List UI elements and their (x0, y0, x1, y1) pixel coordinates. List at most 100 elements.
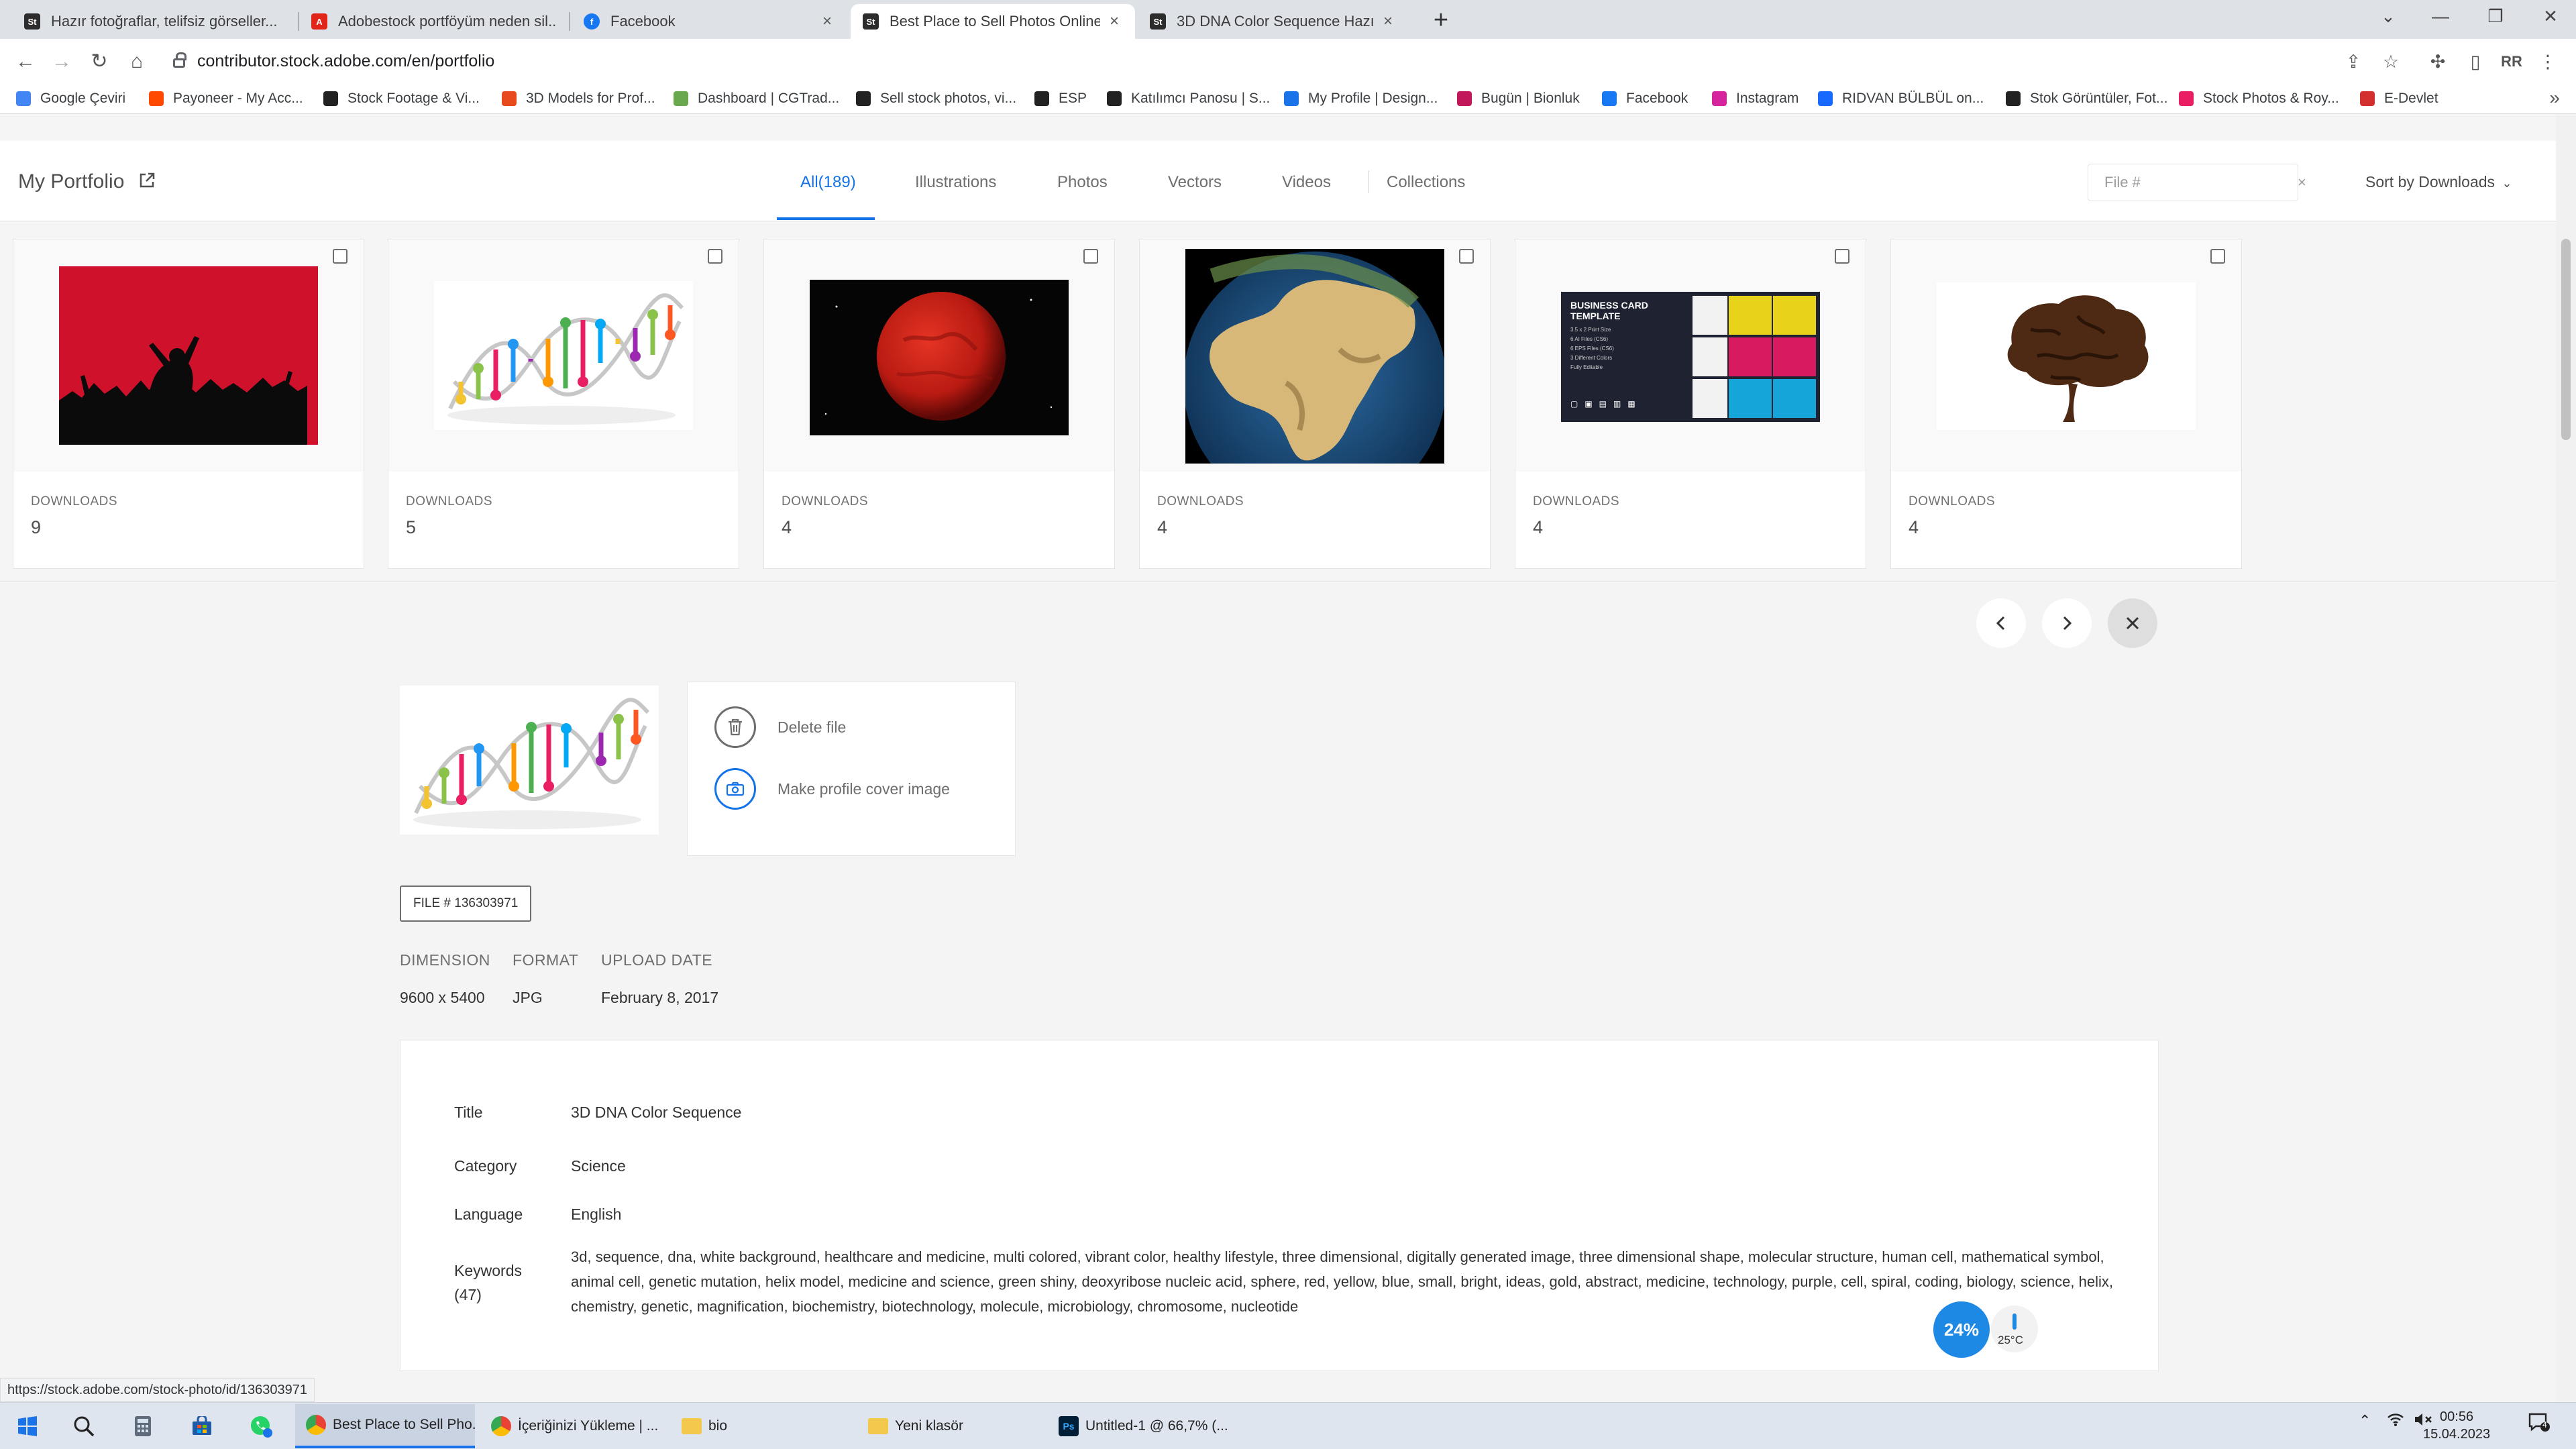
browser-tab-active[interactable]: St Best Place to Sell Photos Online... × (851, 4, 1135, 39)
tab-videos[interactable]: Videos (1282, 173, 1331, 192)
tab-collections[interactable]: Collections (1387, 173, 1465, 192)
bookmark-item[interactable]: Bugün | Bionluk (1457, 89, 1580, 109)
taskbar-app-folder[interactable]: Yeni klasör (857, 1404, 1044, 1448)
bookmark-label: 3D Models for Prof... (526, 91, 655, 106)
extensions-icon[interactable]: ✣ (2424, 48, 2451, 75)
close-icon[interactable]: × (818, 12, 836, 31)
browser-toolbar: ← → ↻ ⌂ contributor.stock.adobe.com/en/p… (0, 39, 2576, 83)
red-planet-thumbnail[interactable] (810, 280, 1069, 435)
reload-icon[interactable]: ↻ (86, 48, 113, 75)
sort-dropdown[interactable]: Sort by Downloads ⌄ (2365, 173, 2512, 191)
select-checkbox[interactable] (333, 249, 347, 264)
file-number-input[interactable] (2104, 174, 2298, 191)
previous-file-button[interactable] (1976, 598, 2026, 648)
make-cover-action[interactable]: Make profile cover image (714, 768, 950, 810)
bookmark-item[interactable]: 3D Models for Prof... (502, 89, 655, 109)
address-bar[interactable]: contributor.stock.adobe.com/en/portfolio (173, 44, 2347, 78)
back-arrow-icon[interactable]: ← (12, 48, 39, 75)
clear-search-icon[interactable]: × (2298, 174, 2306, 191)
select-checkbox[interactable] (1083, 249, 1098, 264)
taskbar-app-chrome[interactable]: Best Place to Sell Pho... (295, 1404, 475, 1448)
page-scrollbar[interactable] (2556, 114, 2576, 1402)
home-icon[interactable]: ⌂ (123, 48, 150, 75)
bookmark-item[interactable]: Facebook (1602, 89, 1688, 109)
taskbar-app-chrome[interactable]: İçeriğinizi Yükleme | ... (480, 1404, 665, 1448)
bookmark-item[interactable]: Payoneer - My Acc... (149, 89, 303, 109)
forward-arrow-icon[interactable]: → (48, 48, 75, 75)
minimize-button[interactable]: — (2420, 3, 2461, 30)
next-file-button[interactable] (2042, 598, 2092, 648)
bookmark-item[interactable]: Stock Photos & Roy... (2179, 89, 2339, 109)
bookmark-item[interactable]: ESP (1034, 89, 1087, 109)
system-clock[interactable]: 00:56 15.04.2023 (2423, 1408, 2490, 1443)
bookmark-item[interactable]: RIDVAN BÜLBÜL on... (1818, 89, 1984, 109)
chevron-up-icon[interactable]: ⌃ (2359, 1412, 2371, 1430)
select-checkbox[interactable] (1835, 249, 1849, 264)
select-checkbox[interactable] (2210, 249, 2225, 264)
menu-dots-icon[interactable]: ⋮ (2534, 48, 2561, 75)
bookmark-item[interactable]: Stok Görüntüler, Fot... (2006, 89, 2167, 109)
tab-illustrations[interactable]: Illustrations (915, 173, 996, 192)
store-icon[interactable] (186, 1411, 217, 1442)
calculator-icon[interactable] (127, 1411, 158, 1442)
portfolio-card[interactable]: BUSINESS CARD TEMPLATE 3.5 x 2 Print Siz… (1515, 239, 1866, 569)
bookmark-item[interactable]: Instagram (1712, 89, 1799, 109)
bookmark-item[interactable]: E-Devlet (2360, 89, 2438, 109)
portfolio-card[interactable]: DOWNLOADS 4 (1890, 239, 2242, 569)
tab-all[interactable]: All(189) (800, 173, 856, 192)
earth-globe-thumbnail[interactable] (1185, 249, 1444, 464)
taskbar-app-folder[interactable]: bio (671, 1404, 852, 1448)
portfolio-card[interactable]: DOWNLOADS 4 (763, 239, 1115, 569)
notification-icon[interactable]: 4 (2528, 1412, 2551, 1436)
tab-vectors[interactable]: Vectors (1168, 173, 1222, 192)
title-label: Title (454, 1104, 483, 1121)
portfolio-card[interactable]: DOWNLOADS 4 (1139, 239, 1491, 569)
restore-button[interactable]: ❐ (2475, 3, 2516, 30)
portfolio-header: My Portfolio All(189) Illustrations Phot… (0, 141, 2556, 221)
tab-search-icon[interactable]: ⌄ (2368, 3, 2408, 30)
system-monitor-widget[interactable]: 24% 25°C (1933, 1301, 2041, 1358)
new-tab-button[interactable]: + (1428, 7, 1454, 34)
browser-tab[interactable]: A Adobestock portföyüm neden sil... (299, 4, 568, 39)
close-icon[interactable]: × (1379, 12, 1397, 31)
concert-crowd-thumbnail[interactable] (59, 266, 318, 445)
delete-file-action[interactable]: Delete file (714, 706, 846, 748)
side-panel-icon[interactable]: ▯ (2462, 48, 2489, 75)
search-icon[interactable] (68, 1411, 99, 1442)
bookmark-item[interactable]: Stock Footage & Vi... (323, 89, 480, 109)
select-checkbox[interactable] (1459, 249, 1474, 264)
browser-tab[interactable]: St Hazır fotoğraflar, telifsiz görseller… (12, 4, 297, 39)
bookmark-item[interactable]: Google Çeviri (16, 89, 125, 109)
bookmark-item[interactable]: Dashboard | CGTrad... (674, 89, 839, 109)
bookmark-favicon-icon (323, 91, 338, 106)
bookmark-item[interactable]: Sell stock photos, vi... (856, 89, 1016, 109)
browser-tab[interactable]: St 3D DNA Color Sequence Hazır İl... × (1138, 4, 1409, 39)
close-icon[interactable]: × (1106, 12, 1123, 31)
portfolio-card[interactable]: DOWNLOADS 5 (388, 239, 739, 569)
bookmarks-overflow-icon[interactable]: » (2549, 87, 2560, 109)
bookmark-label: Instagram (1736, 91, 1799, 106)
dna-helix-thumbnail[interactable] (434, 281, 693, 430)
scrollbar-thumb[interactable] (2561, 239, 2571, 440)
bookmark-item[interactable]: My Profile | Design... (1284, 89, 1438, 109)
whatsapp-icon[interactable] (246, 1411, 276, 1442)
wifi-icon[interactable] (2387, 1412, 2404, 1431)
bookmark-label: Payoneer - My Acc... (173, 91, 303, 106)
external-link-icon[interactable] (138, 172, 156, 189)
bookmark-item[interactable]: Katılımcı Panosu | S... (1107, 89, 1270, 109)
close-detail-button[interactable] (2108, 598, 2157, 648)
portfolio-card[interactable]: DOWNLOADS 9 (13, 239, 364, 569)
taskbar-app-photoshop[interactable]: Ps Untitled-1 @ 66,7% (... (1048, 1404, 1240, 1448)
bookmark-star-icon[interactable]: ☆ (2377, 48, 2404, 75)
window-close-button[interactable]: ✕ (2530, 3, 2571, 30)
brain-thumbnail[interactable] (1937, 282, 2196, 430)
select-checkbox[interactable] (708, 249, 722, 264)
browser-tab[interactable]: f Facebook × (572, 4, 848, 39)
business-card-thumbnail[interactable]: BUSINESS CARD TEMPLATE 3.5 x 2 Print Siz… (1561, 292, 1820, 422)
delete-file-label: Delete file (777, 718, 847, 736)
tab-photos[interactable]: Photos (1057, 173, 1108, 192)
share-icon[interactable]: ⇪ (2340, 48, 2367, 75)
windows-start-icon[interactable] (12, 1411, 43, 1442)
profile-icon[interactable]: RR (2498, 48, 2525, 75)
chrome-icon (306, 1415, 326, 1435)
